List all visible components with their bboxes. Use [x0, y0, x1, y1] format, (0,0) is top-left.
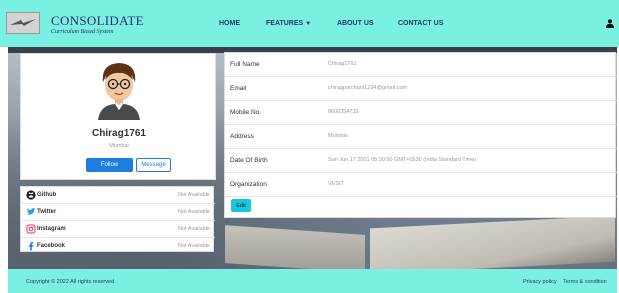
detail-value: Chirag1761 [328, 61, 357, 67]
github-icon [26, 190, 36, 200]
social-value: Not Available [177, 243, 210, 249]
copyright-text: Copyright © 2022 All rights reserved [26, 279, 115, 285]
profile-city: Mumbai [109, 143, 129, 149]
social-row-instagram[interactable]: Instagram Not Available [21, 221, 215, 238]
nav-home[interactable]: HOME [219, 20, 240, 27]
detail-label: Address [230, 133, 254, 140]
nav-features-label: FEATURES [266, 20, 304, 27]
detail-label: Mobile No. [230, 109, 262, 116]
edit-button[interactable]: Edit [231, 199, 251, 212]
social-links-list: Github Not Available Twitter Not Availab… [20, 186, 215, 255]
detail-row-email: Email chiragparchani1234@gmail.com [225, 77, 617, 101]
social-value: Not Available [177, 192, 210, 198]
brand-logo[interactable] [6, 12, 40, 34]
profile-details-card: Full Name Chirag1761 Email chiragparchan… [224, 52, 617, 218]
follow-button[interactable]: Follow [86, 158, 133, 172]
detail-row-mobile: Mobile No. 8600354733 [225, 101, 617, 125]
navbar: CONSOLIDATE Curriculum Based System HOME… [0, 0, 619, 47]
terms-link[interactable]: Terms & condition [563, 279, 607, 285]
social-label: Instagram [37, 226, 66, 232]
nav-contact[interactable]: CONTACT US [398, 20, 443, 27]
nav-features[interactable]: FEATURES ▼ [266, 20, 311, 27]
nav-about[interactable]: ABOUT US [337, 20, 374, 27]
detail-value: Sun Jun 17 2001 05:30:00 GMT+0530 (India… [328, 157, 477, 163]
detail-value: 8600354733 [328, 109, 359, 115]
avatar [98, 63, 140, 120]
instagram-icon [26, 224, 36, 234]
brand-subtitle: Curriculum Based System [51, 29, 114, 35]
message-button[interactable]: Message [136, 158, 171, 172]
social-row-facebook[interactable]: Facebook Not Available [21, 238, 215, 255]
detail-value: Mumbai [328, 133, 348, 139]
social-label: Facebook [37, 243, 66, 249]
facebook-icon [28, 242, 34, 251]
detail-row-address: Address Mumbai [225, 125, 617, 149]
profile-name: Chirag1761 [92, 128, 146, 139]
detail-label: Organization [230, 181, 267, 188]
detail-row-dob: Date Of Birth Sun Jun 17 2001 05:30:00 G… [225, 149, 617, 173]
brand-logo-icon [7, 13, 39, 33]
brand-title[interactable]: CONSOLIDATE [51, 13, 144, 29]
detail-value: chiragparchani1234@gmail.com [328, 85, 407, 91]
detail-value: VESIT [328, 181, 344, 187]
social-value: Not Available [177, 226, 210, 232]
privacy-policy-link[interactable]: Privacy policy [523, 279, 557, 285]
social-label: Github [37, 192, 57, 198]
detail-row-full-name: Full Name Chirag1761 [225, 53, 617, 77]
social-row-github[interactable]: Github Not Available [21, 187, 215, 204]
social-label: Twitter [37, 209, 57, 215]
detail-row-organization: Organization VESIT [225, 173, 617, 197]
caret-down-icon: ▼ [305, 21, 312, 27]
social-value: Not Available [177, 209, 210, 215]
twitter-icon [27, 208, 36, 215]
social-row-twitter[interactable]: Twitter Not Available [21, 204, 215, 221]
detail-label: Full Name [230, 61, 260, 68]
footer: Copyright © 2022 All rights reserved Pri… [8, 269, 617, 293]
profile-card: Chirag1761 Mumbai Follow Message [20, 53, 216, 180]
detail-label: Date Of Birth [230, 157, 268, 164]
user-icon[interactable] [606, 19, 614, 28]
detail-label: Email [230, 85, 247, 92]
